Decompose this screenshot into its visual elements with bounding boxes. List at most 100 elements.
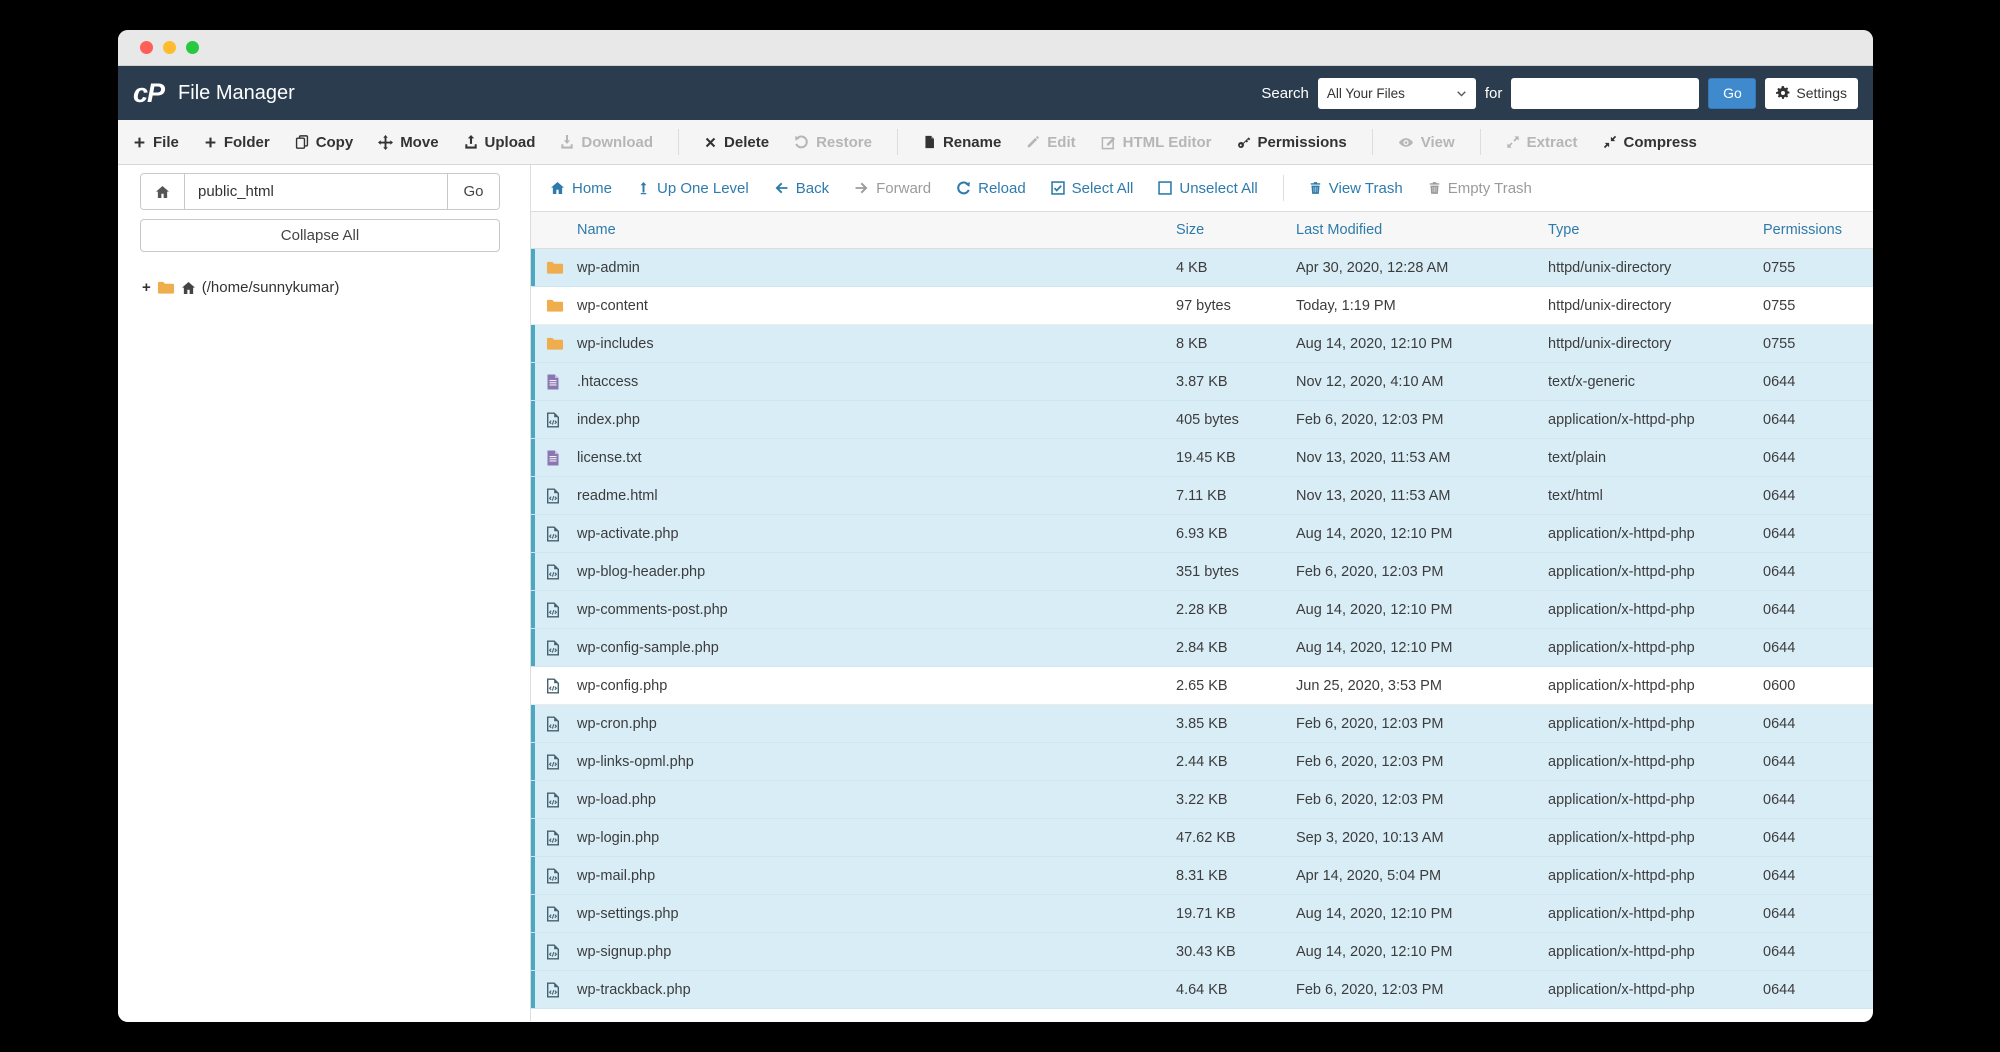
table-row[interactable]: wp-links-opml.php2.44 KBFeb 6, 2020, 12:…	[531, 743, 1873, 781]
table-row[interactable]: wp-activate.php6.93 KBAug 14, 2020, 12:1…	[531, 515, 1873, 553]
table-row[interactable]: wp-admin4 KBApr 30, 2020, 12:28 AMhttpd/…	[531, 249, 1873, 287]
toolbar-button-compress[interactable]: Compress	[1603, 134, 1697, 151]
toolbar-button-copy[interactable]: Copy	[295, 134, 354, 151]
tree-expand-toggle[interactable]: +	[142, 279, 151, 296]
nav-button-unselect-all[interactable]: Unselect All	[1158, 180, 1257, 197]
nav-button-select-all[interactable]: Select All	[1051, 180, 1134, 197]
nav-button-reload[interactable]: Reload	[956, 180, 1026, 197]
table-row[interactable]: wp-includes8 KBAug 14, 2020, 12:10 PMhtt…	[531, 325, 1873, 363]
sidebar-home-button[interactable]	[141, 174, 185, 209]
search-scope-select[interactable]: All Your Files	[1318, 78, 1476, 109]
search-area: Search All Your Files for Go Settings	[1261, 78, 1858, 109]
file-name[interactable]: wp-load.php	[577, 792, 1176, 808]
file-name[interactable]: wp-signup.php	[577, 944, 1176, 960]
toolbar-button-html-editor: HTML Editor	[1101, 134, 1212, 151]
table-row[interactable]: wp-mail.php8.31 KBApr 14, 2020, 5:04 PMa…	[531, 857, 1873, 895]
file-name[interactable]: index.php	[577, 412, 1176, 428]
table-row[interactable]: wp-blog-header.php351 bytesFeb 6, 2020, …	[531, 553, 1873, 591]
column-header-name[interactable]: Name	[577, 222, 1176, 238]
file-name[interactable]: license.txt	[577, 450, 1176, 466]
table-row[interactable]: license.txt19.45 KBNov 13, 2020, 11:53 A…	[531, 439, 1873, 477]
file-name[interactable]: wp-trackback.php	[577, 982, 1176, 998]
upload-icon	[464, 135, 478, 149]
plus-icon	[204, 136, 217, 149]
path-go-button[interactable]: Go	[447, 174, 499, 209]
table-row[interactable]: wp-signup.php30.43 KBAug 14, 2020, 12:10…	[531, 933, 1873, 971]
table-row[interactable]: wp-trackback.php4.64 KBFeb 6, 2020, 12:0…	[531, 971, 1873, 1009]
nav-button-back[interactable]: Back	[774, 180, 829, 197]
file-name[interactable]: wp-config-sample.php	[577, 640, 1176, 656]
toolbar-button-upload[interactable]: Upload	[464, 134, 536, 151]
code-file-icon	[546, 982, 560, 998]
toolbar-button-delete[interactable]: Delete	[704, 134, 769, 151]
file-name[interactable]: wp-includes	[577, 336, 1176, 352]
column-header-size[interactable]: Size	[1176, 222, 1296, 238]
toolbar-button-file[interactable]: File	[133, 134, 179, 151]
close-window-button[interactable]	[140, 41, 153, 54]
table-row[interactable]: wp-load.php3.22 KBFeb 6, 2020, 12:03 PMa…	[531, 781, 1873, 819]
file-icon-cell	[531, 982, 577, 998]
nav-button-up-one-level[interactable]: Up One Level	[637, 180, 749, 197]
tree-item-home[interactable]: + (/home/sunnykumar)	[140, 279, 500, 296]
file-name[interactable]: wp-settings.php	[577, 906, 1176, 922]
toolbar-button-move[interactable]: Move	[378, 134, 438, 151]
table-row[interactable]: readme.html7.11 KBNov 13, 2020, 11:53 AM…	[531, 477, 1873, 515]
download-icon	[560, 135, 574, 149]
file-modified: Aug 14, 2020, 12:10 PM	[1296, 906, 1548, 922]
file-name[interactable]: wp-blog-header.php	[577, 564, 1176, 580]
nav-button-view-trash[interactable]: View Trash	[1309, 180, 1403, 197]
column-header-permissions[interactable]: Permissions	[1763, 222, 1873, 238]
file-permissions: 0644	[1763, 450, 1873, 466]
table-row[interactable]: wp-login.php47.62 KBSep 3, 2020, 10:13 A…	[531, 819, 1873, 857]
file-name[interactable]: wp-links-opml.php	[577, 754, 1176, 770]
table-row[interactable]: wp-settings.php19.71 KBAug 14, 2020, 12:…	[531, 895, 1873, 933]
search-go-button[interactable]: Go	[1708, 78, 1756, 109]
table-row[interactable]: wp-config-sample.php2.84 KBAug 14, 2020,…	[531, 629, 1873, 667]
table-row[interactable]: .htaccess3.87 KBNov 12, 2020, 4:10 AMtex…	[531, 363, 1873, 401]
column-header-last-modified[interactable]: Last Modified	[1296, 222, 1548, 238]
file-name[interactable]: wp-config.php	[577, 678, 1176, 694]
column-header-type[interactable]: Type	[1548, 222, 1763, 238]
settings-button[interactable]: Settings	[1765, 78, 1858, 109]
file-permissions: 0755	[1763, 260, 1873, 276]
toolbar-button-folder[interactable]: Folder	[204, 134, 270, 151]
table-row[interactable]: wp-cron.php3.85 KBFeb 6, 2020, 12:03 PMa…	[531, 705, 1873, 743]
file-size: 2.84 KB	[1176, 640, 1296, 656]
key-icon	[1237, 135, 1251, 149]
file-icon-cell	[531, 260, 577, 275]
file-permissions: 0644	[1763, 830, 1873, 846]
file-name[interactable]: .htaccess	[577, 374, 1176, 390]
search-input[interactable]	[1511, 78, 1699, 109]
path-input[interactable]	[185, 174, 447, 209]
file-name[interactable]: wp-content	[577, 298, 1176, 314]
file-modified: Feb 6, 2020, 12:03 PM	[1296, 754, 1548, 770]
zoom-window-button[interactable]	[186, 41, 199, 54]
nav-button-label: Back	[796, 180, 829, 197]
toolbar-button-label: Restore	[816, 134, 872, 151]
table-row[interactable]: index.php405 bytesFeb 6, 2020, 12:03 PMa…	[531, 401, 1873, 439]
file-name[interactable]: wp-admin	[577, 260, 1176, 276]
file-type: application/x-httpd-php	[1548, 412, 1763, 428]
file-size: 405 bytes	[1176, 412, 1296, 428]
table-row[interactable]: wp-config.php2.65 KBJun 25, 2020, 3:53 P…	[531, 667, 1873, 705]
toolbar-button-extract: Extract	[1506, 134, 1578, 151]
file-name[interactable]: wp-login.php	[577, 830, 1176, 846]
collapse-all-button[interactable]: Collapse All	[140, 219, 500, 252]
file-name[interactable]: wp-cron.php	[577, 716, 1176, 732]
file-size: 2.28 KB	[1176, 602, 1296, 618]
file-permissions: 0644	[1763, 602, 1873, 618]
table-row[interactable]: wp-comments-post.php2.28 KBAug 14, 2020,…	[531, 591, 1873, 629]
toolbar-button-permissions[interactable]: Permissions	[1237, 134, 1347, 151]
file-modified: Nov 13, 2020, 11:53 AM	[1296, 488, 1548, 504]
toolbar-button-rename[interactable]: Rename	[923, 134, 1001, 151]
toolbar-divider	[1372, 129, 1373, 155]
file-name[interactable]: readme.html	[577, 488, 1176, 504]
file-name[interactable]: wp-mail.php	[577, 868, 1176, 884]
file-name[interactable]: wp-activate.php	[577, 526, 1176, 542]
minimize-window-button[interactable]	[163, 41, 176, 54]
nav-button-home[interactable]: Home	[550, 180, 612, 197]
path-bar: Go	[140, 173, 500, 210]
file-name[interactable]: wp-comments-post.php	[577, 602, 1176, 618]
table-row[interactable]: wp-content97 bytesToday, 1:19 PMhttpd/un…	[531, 287, 1873, 325]
file-size: 351 bytes	[1176, 564, 1296, 580]
